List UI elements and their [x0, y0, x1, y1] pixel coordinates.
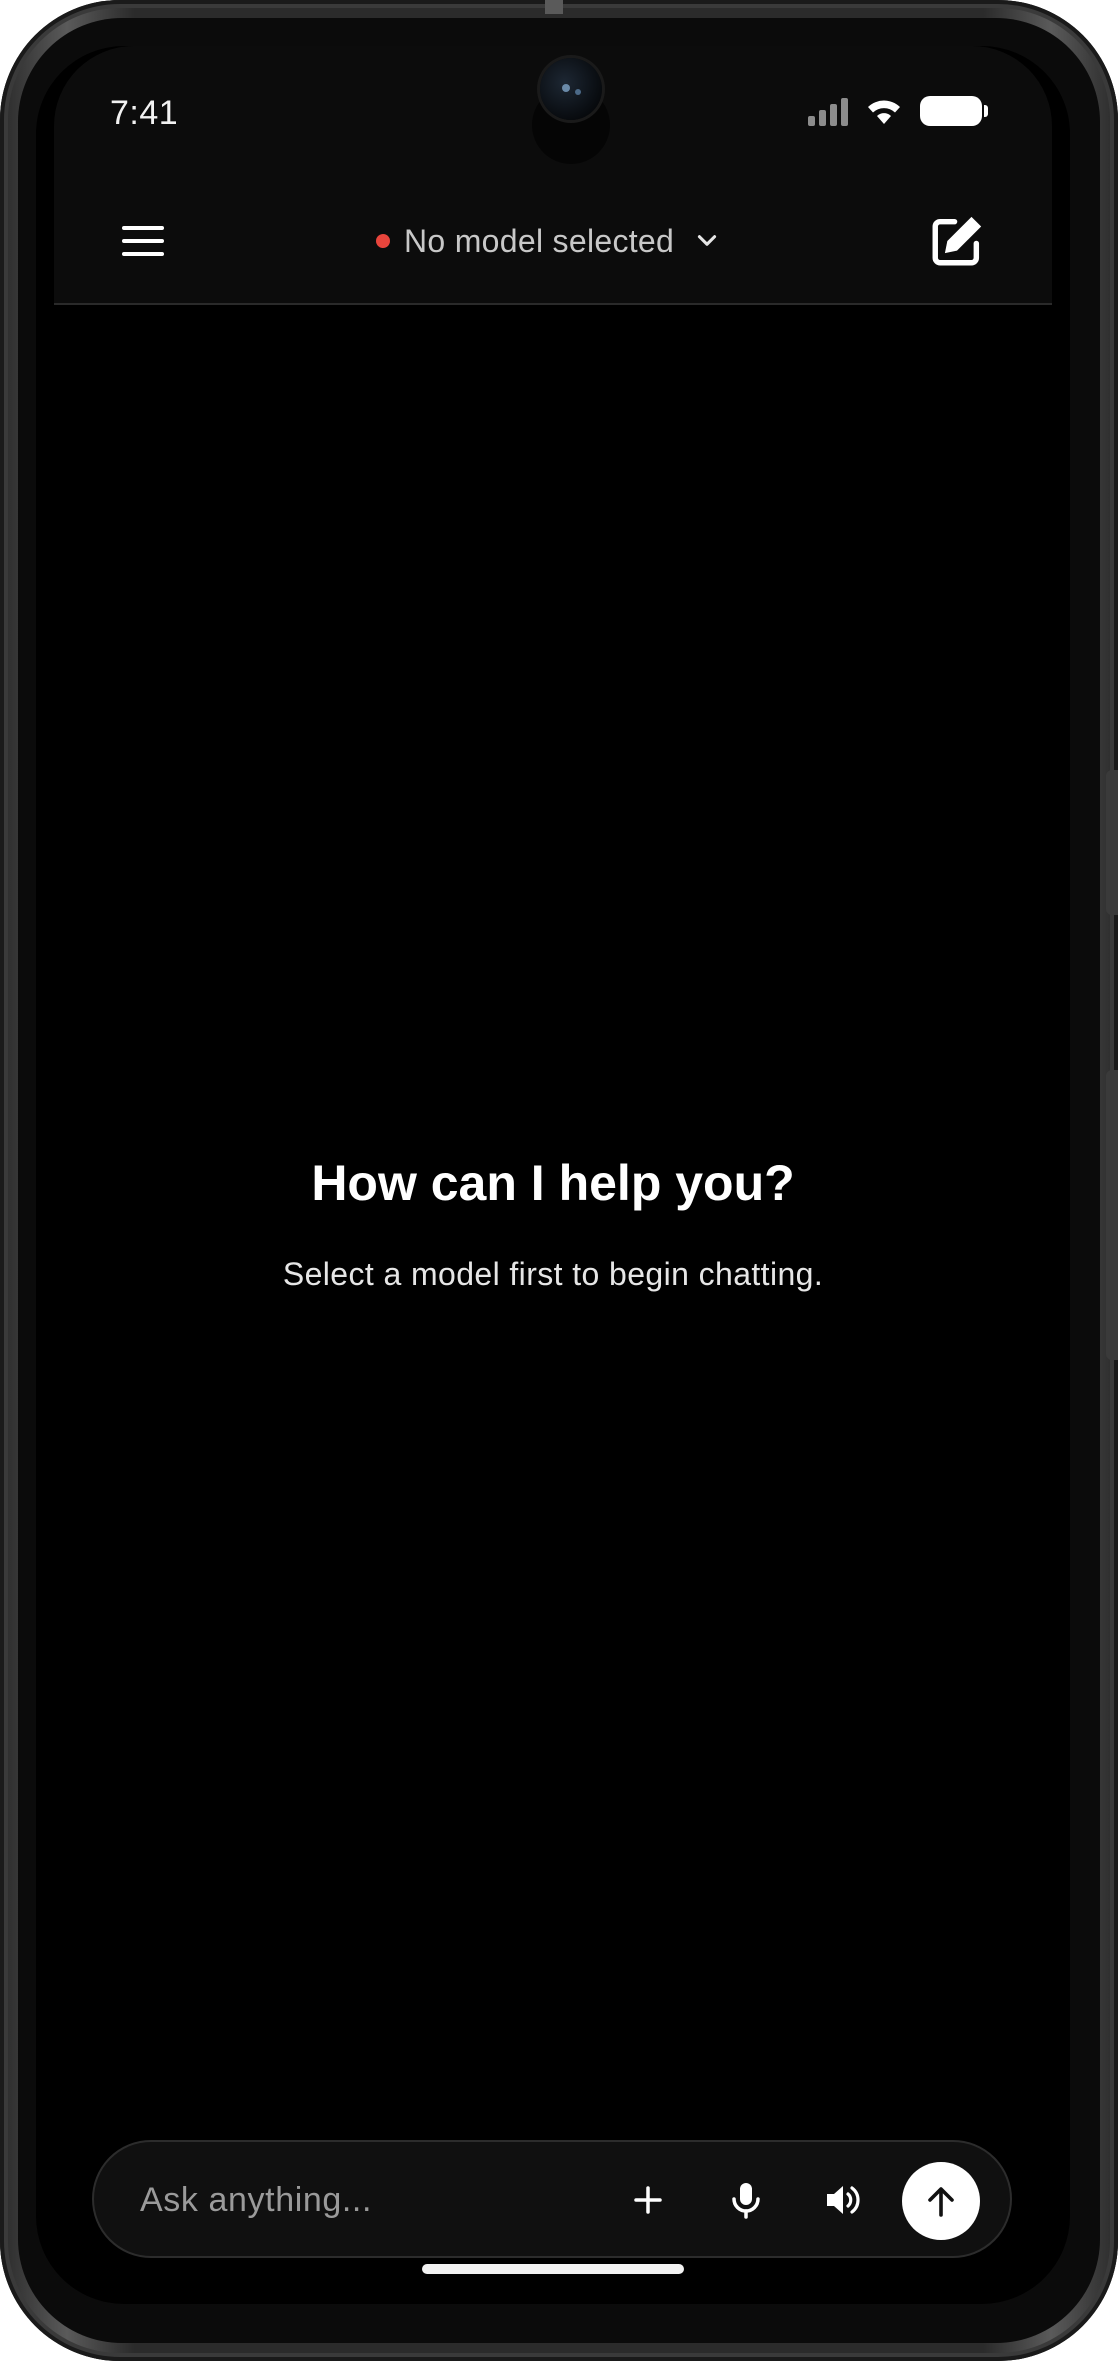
- model-label: No model selected: [404, 222, 675, 259]
- header-divider: [54, 303, 1052, 305]
- side-button: [1106, 1070, 1118, 1360]
- empty-state-title: How can I help you?: [311, 1155, 795, 1211]
- app-header: 7:41 No model selected: [54, 46, 1052, 304]
- read-aloud-button[interactable]: [816, 2172, 872, 2228]
- empty-state-subtitle: Select a model first to begin chatting.: [282, 1256, 824, 1292]
- battery-icon: [920, 96, 988, 126]
- chevron-down-icon: [698, 235, 717, 246]
- message-composer: [92, 2140, 1012, 2258]
- message-input[interactable]: [138, 2172, 578, 2228]
- send-button[interactable]: [902, 2162, 980, 2240]
- menu-icon: [122, 226, 164, 230]
- speaker-icon: [827, 2186, 860, 2214]
- signal-icon: [808, 96, 848, 126]
- menu-button[interactable]: [114, 216, 174, 266]
- front-camera: [540, 58, 602, 120]
- wifi-icon: [868, 100, 900, 124]
- voice-input-button[interactable]: [718, 2172, 774, 2228]
- arrow-up-icon: [928, 2187, 954, 2217]
- status-icons: [808, 96, 988, 126]
- side-button: [1106, 770, 1118, 915]
- model-status-dot: [376, 234, 390, 248]
- new-chat-button[interactable]: [928, 212, 986, 270]
- microphone-icon: [732, 2183, 760, 2219]
- frame-notch-bar: [545, 0, 563, 14]
- screen: 7:41 No model selected How can I help yo…: [36, 46, 1070, 2304]
- phone-frame: 7:41 No model selected How can I help yo…: [0, 0, 1118, 2361]
- plus-icon: [634, 2186, 662, 2214]
- status-time: 7:41: [110, 94, 179, 132]
- attach-button[interactable]: [620, 2172, 676, 2228]
- model-selector[interactable]: No model selected: [376, 216, 720, 266]
- edit-icon: [932, 216, 982, 266]
- home-indicator[interactable]: [422, 2264, 684, 2274]
